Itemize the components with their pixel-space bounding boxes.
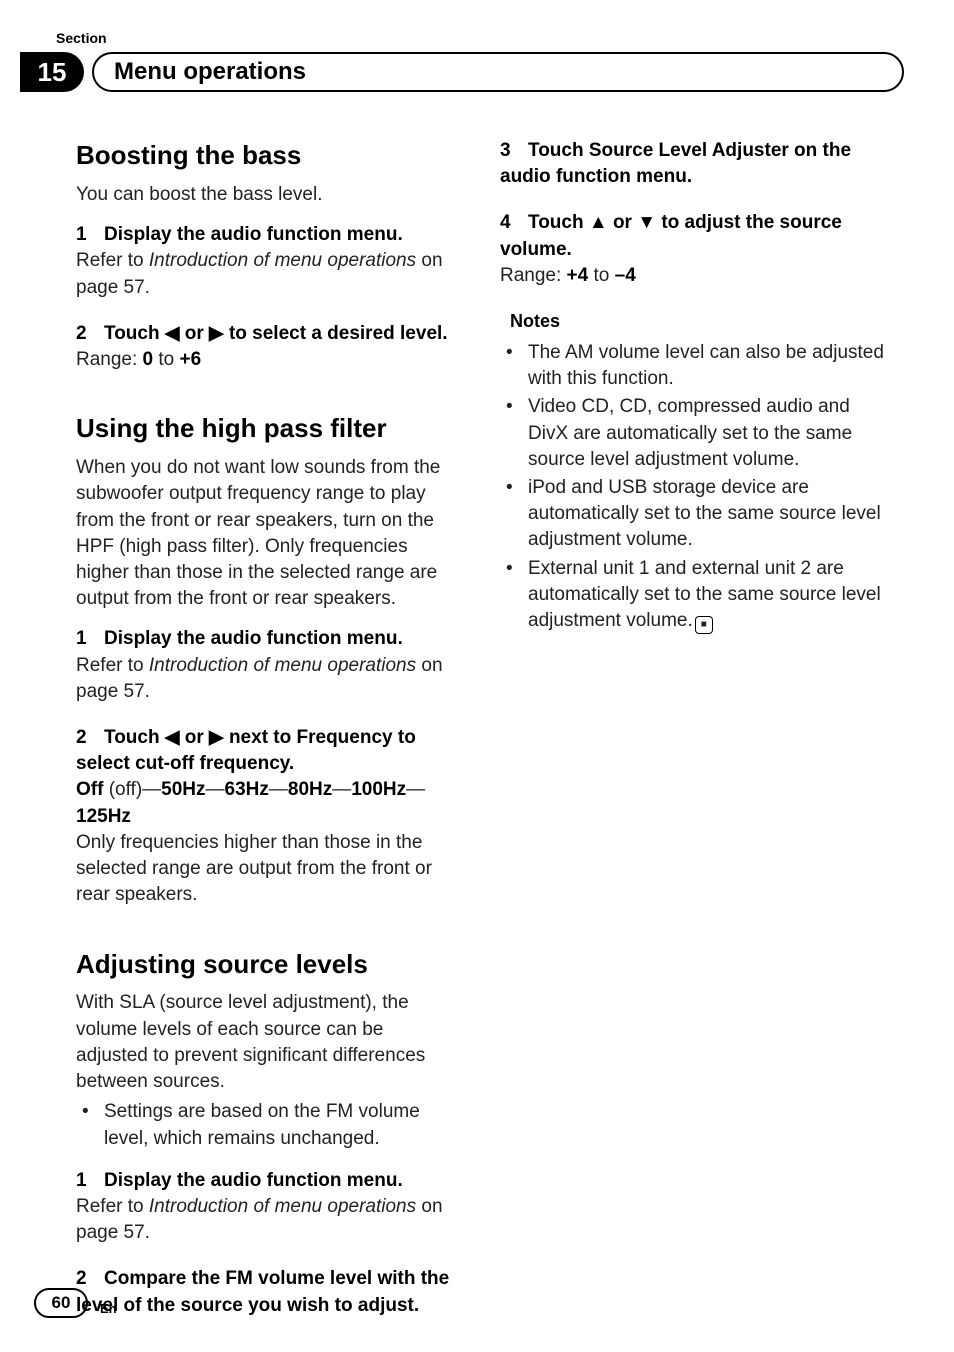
- right-arrow-icon: ▶: [209, 727, 224, 748]
- sla-step-2: 2Compare the FM volume level with the le…: [76, 1266, 460, 1318]
- end-section-icon: ■: [695, 616, 713, 634]
- hpf-step-2: 2Touch ◀ or ▶ next to Frequency to selec…: [76, 725, 460, 909]
- sla-intro: With SLA (source level adjustment), the …: [76, 990, 460, 1095]
- cutoff-note: Only frequencies higher than those in th…: [76, 830, 460, 909]
- step-title: Compare the FM volume level with the lev…: [76, 1268, 449, 1315]
- step-number: 1: [76, 1168, 104, 1194]
- heading-source-levels: Adjusting source levels: [76, 947, 460, 983]
- sla-step-4: 4Touch ▲ or ▼ to adjust the source volum…: [500, 210, 884, 289]
- step-title: Display the audio function menu.: [104, 224, 403, 245]
- header-pill: Menu operations: [92, 52, 904, 92]
- section-label: Section: [56, 30, 904, 46]
- right-column: 3Touch Source Level Adjuster on the audi…: [500, 138, 884, 1339]
- range-line: Range: 0 to +6: [76, 347, 460, 373]
- sla-step-1: 1Display the audio function menu. Refer …: [76, 1168, 460, 1247]
- section-number-badge: 15: [20, 52, 84, 92]
- step-title: Touch Source Level Adjuster on the audio…: [500, 140, 851, 187]
- up-arrow-icon: ▲: [589, 212, 608, 233]
- sla-bullets: Settings are based on the FM volume leve…: [76, 1099, 460, 1151]
- step-number: 2: [76, 321, 104, 347]
- page-footer: 60 En: [34, 1288, 117, 1318]
- step-number: 1: [76, 222, 104, 248]
- sla-step-3: 3Touch Source Level Adjuster on the audi…: [500, 138, 884, 190]
- step-title: Display the audio function menu.: [104, 1170, 403, 1191]
- step-body: Refer to Introduction of menu operations…: [76, 1194, 460, 1246]
- cutoff-options: Off (off)—50Hz—63Hz—80Hz—100Hz—125Hz: [76, 777, 460, 829]
- language-label: En: [100, 1301, 117, 1318]
- step-number: 2: [76, 725, 104, 751]
- boost-step-1: 1Display the audio function menu. Refer …: [76, 222, 460, 301]
- page-title: Menu operations: [114, 58, 306, 86]
- step-body: Refer to Introduction of menu operations…: [76, 653, 460, 705]
- boost-intro: You can boost the bass level.: [76, 182, 460, 208]
- heading-high-pass: Using the high pass filter: [76, 411, 460, 447]
- left-column: Boosting the bass You can boost the bass…: [76, 138, 460, 1339]
- list-item: External unit 1 and external unit 2 are …: [500, 556, 884, 635]
- left-arrow-icon: ◀: [165, 323, 180, 344]
- list-item: Settings are based on the FM volume leve…: [76, 1099, 460, 1151]
- notes-heading: Notes: [510, 309, 884, 334]
- heading-boosting-bass: Boosting the bass: [76, 138, 460, 174]
- list-item: The AM volume level can also be adjusted…: [500, 340, 884, 392]
- step-body: Refer to Introduction of menu operations…: [76, 248, 460, 300]
- boost-step-2: 2Touch ◀ or ▶ to select a desired level.…: [76, 321, 460, 373]
- page-number-badge: 60: [34, 1288, 88, 1318]
- step-number: 4: [500, 210, 528, 236]
- left-arrow-icon: ◀: [165, 727, 180, 748]
- hpf-intro: When you do not want low sounds from the…: [76, 455, 460, 612]
- down-arrow-icon: ▼: [637, 212, 656, 233]
- notes-list: The AM volume level can also be adjusted…: [500, 340, 884, 634]
- content-columns: Boosting the bass You can boost the bass…: [50, 138, 904, 1339]
- manual-page: Section 15 Menu operations Boosting the …: [0, 0, 954, 1352]
- range-line: Range: +4 to –4: [500, 263, 884, 289]
- list-item: Video CD, CD, compressed audio and DivX …: [500, 394, 884, 473]
- step-title: Display the audio function menu.: [104, 628, 403, 649]
- step-number: 3: [500, 138, 528, 164]
- step-number: 1: [76, 626, 104, 652]
- list-item: iPod and USB storage device are automati…: [500, 475, 884, 554]
- hpf-step-1: 1Display the audio function menu. Refer …: [76, 626, 460, 705]
- page-header: 15 Menu operations: [50, 52, 904, 92]
- right-arrow-icon: ▶: [209, 323, 224, 344]
